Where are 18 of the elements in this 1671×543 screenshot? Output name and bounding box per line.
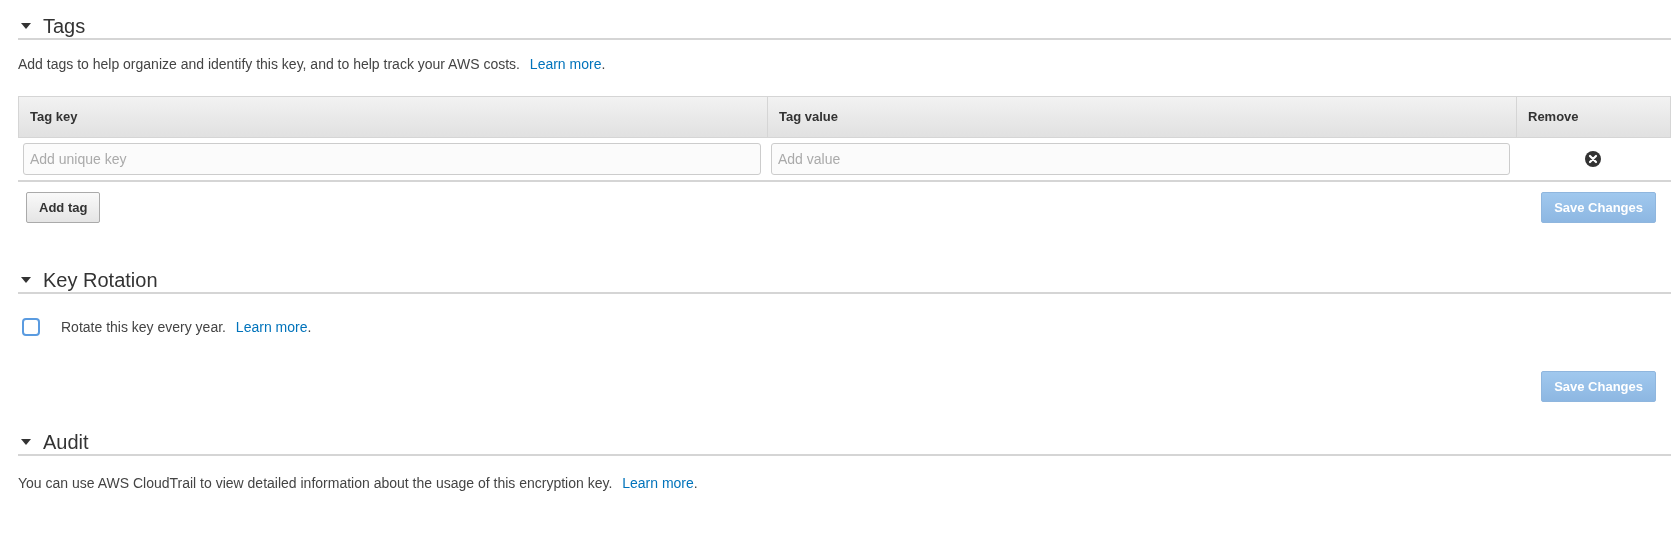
column-header: Tag key — [29, 108, 79, 127]
column-header: Remove — [1516, 97, 1670, 137]
caret-down-icon[interactable] — [21, 277, 31, 283]
caret-down-icon[interactable] — [21, 439, 31, 445]
audit-description: You can use AWS CloudTrail to view detailed information about the usage of this encryption key. Learn more. — [18, 475, 698, 491]
tag-key-field[interactable]: Add unique key — [23, 143, 761, 175]
tag-value-field[interactable]: Add value — [771, 143, 1510, 175]
caret-down-icon[interactable] — [21, 23, 31, 29]
remove-icon[interactable] — [1585, 151, 1601, 167]
rotation-checkbox[interactable] — [22, 318, 40, 336]
section-title: Tags — [43, 14, 86, 38]
add-tag-button[interactable]: Add tag — [26, 192, 101, 223]
column-header: Tag value — [767, 97, 1516, 137]
section-title: Audit — [43, 430, 89, 454]
tags-description: Add tags to help organize and identify this key, and to help track your AWS costs. Learn more. — [18, 56, 606, 72]
rotation-label: Rotate this key every year. Learn more. — [61, 319, 312, 335]
learn-more-link[interactable]: Learn more — [622, 475, 694, 491]
section-title: Key Rotation — [43, 268, 158, 292]
